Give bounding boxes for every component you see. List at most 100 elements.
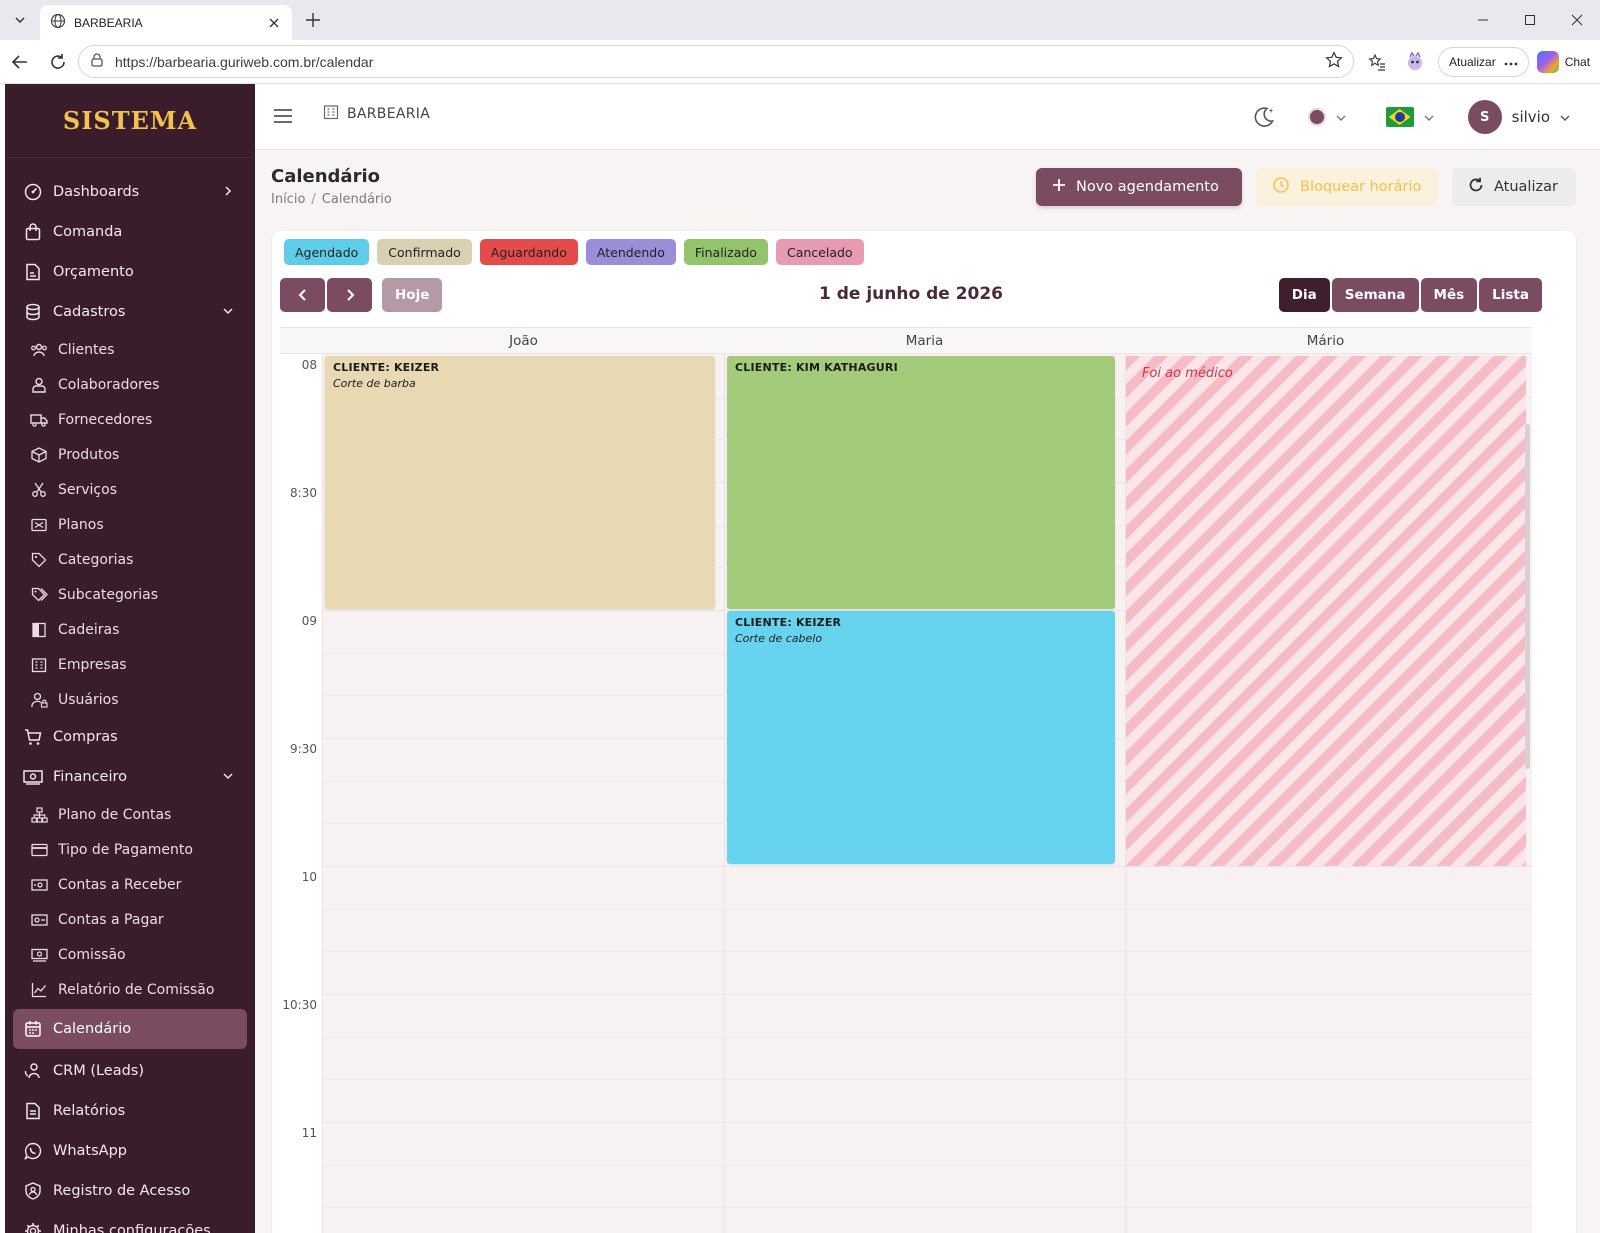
main-content: Calendário Início / Calendário Novo agen… [255, 151, 1600, 1233]
favorites-list-icon[interactable] [1362, 47, 1392, 77]
sidebar-item-contas-a-receber[interactable]: Contas a Receber [5, 867, 255, 902]
box-icon [30, 446, 48, 464]
maximize-icon[interactable] [1506, 0, 1553, 40]
sidebar-item-empresas[interactable]: Empresas [5, 647, 255, 682]
url-bar[interactable]: https://barbearia.guriweb.com.br/calenda… [78, 45, 1354, 78]
sidebar-item-calendario[interactable]: Calendário [13, 1009, 247, 1049]
url-text[interactable]: https://barbearia.guriweb.com.br/calenda… [115, 54, 1325, 70]
sidebar-item-categorias[interactable]: Categorias [5, 542, 255, 577]
theme-color-dropdown[interactable] [1307, 108, 1346, 127]
sidebar-item-tipo-de-pagamento[interactable]: Tipo de Pagamento [5, 832, 255, 867]
sidebar-item-planos[interactable]: Planos [5, 507, 255, 542]
tab-list-chevron-icon[interactable] [8, 8, 32, 32]
appointment-event[interactable]: CLIENTE: KEIZER Corte de cabelo [727, 611, 1115, 864]
sidebar-brand[interactable]: SISTEMA [5, 84, 255, 158]
view-day-button[interactable]: Dia [1278, 278, 1330, 312]
clock-block-icon [1272, 176, 1290, 198]
sidebar-item-relatorios[interactable]: Relatórios [5, 1091, 255, 1131]
sidebar-item-minhas-configuracoes[interactable]: Minhas configurações [5, 1211, 255, 1233]
blocked-reason: Foi ao médico [1142, 366, 1233, 381]
breadcrumb-home-link[interactable]: Início [271, 192, 305, 207]
language-dropdown[interactable] [1385, 107, 1434, 127]
next-day-button[interactable] [327, 278, 372, 312]
grid-scrollbar[interactable] [1525, 424, 1530, 769]
gear-icon [23, 1221, 43, 1233]
new-appointment-button[interactable]: Novo agendamento [1036, 168, 1242, 206]
time-label: 09 [301, 614, 317, 628]
appointment-event[interactable]: CLIENTE: KEIZER Corte de barba [325, 356, 715, 609]
sidebar-item-servicos[interactable]: Serviços [5, 472, 255, 507]
view-month-button[interactable]: Mês [1420, 278, 1478, 312]
minimize-icon[interactable] [1459, 0, 1506, 40]
block-time-button[interactable]: Bloquear horário [1256, 168, 1438, 206]
credit-card-icon [30, 841, 48, 859]
time-label: 10:30 [282, 998, 317, 1012]
sidebar-item-label: Colaboradores [58, 376, 160, 393]
hamburger-menu-icon[interactable] [271, 104, 295, 128]
sidebar-item-usuarios[interactable]: Usuários [5, 682, 255, 717]
sidebar-item-crm-leads[interactable]: CRM (Leads) [5, 1051, 255, 1091]
prev-day-button[interactable] [280, 278, 325, 312]
profile-mascot-icon[interactable] [1400, 47, 1430, 77]
dark-mode-moon-icon[interactable] [1250, 103, 1278, 131]
chevron-down-icon [221, 304, 235, 318]
block-time-label: Bloquear horário [1300, 179, 1422, 195]
sidebar-item-orcamento[interactable]: Orçamento [5, 252, 255, 292]
header-actions: S silvio [1250, 97, 1570, 137]
sidebar-item-financeiro[interactable]: Financeiro [5, 757, 255, 797]
whatsapp-icon [23, 1141, 43, 1161]
sidebar-item-label: Empresas [58, 656, 127, 673]
sidebar-item-cadastros[interactable]: Cadastros [5, 292, 255, 332]
appointment-event[interactable]: CLIENTE: KIM KATHAGURI [727, 356, 1115, 609]
sidebar-item-comanda[interactable]: Comanda [5, 212, 255, 252]
sidebar-item-label: Subcategorias [58, 586, 158, 603]
sidebar-item-cadeiras[interactable]: Cadeiras [5, 612, 255, 647]
sidebar-item-comissao[interactable]: Comissão [5, 937, 255, 972]
time-slots[interactable]: CLIENTE: KEIZER Corte de barba CLIENTE: … [323, 354, 1532, 1233]
site-info-icon[interactable] [89, 52, 105, 72]
tab-title: BARBEARIA [74, 15, 143, 30]
blocked-time-slot[interactable]: Foi ao médico [1126, 356, 1526, 866]
favorite-star-icon[interactable] [1325, 50, 1343, 73]
browser-tab[interactable]: BARBEARIA [40, 5, 292, 40]
globe-icon [50, 13, 66, 33]
sidebar-item-clientes[interactable]: Clientes [5, 332, 255, 367]
browser-update-button[interactable]: Atualizar [1438, 46, 1529, 77]
cart-icon [23, 727, 43, 747]
view-list-button[interactable]: Lista [1479, 278, 1542, 312]
copilot-chat-button[interactable]: Chat [1536, 50, 1590, 73]
money-bill-icon [23, 767, 43, 787]
company-selector[interactable]: BARBEARIA [323, 104, 430, 124]
theme-color-swatch [1307, 108, 1326, 126]
user-menu[interactable]: S silvio [1467, 100, 1570, 134]
sitemap-icon [30, 806, 48, 824]
tab-close-icon[interactable] [266, 15, 282, 31]
user-sync-icon [23, 1061, 43, 1081]
sidebar-item-registro-de-acesso[interactable]: Registro de Acesso [5, 1171, 255, 1211]
sidebar-item-colaboradores[interactable]: Colaboradores [5, 367, 255, 402]
back-arrow-icon[interactable] [8, 50, 32, 74]
reload-icon[interactable] [46, 50, 70, 74]
more-dots-icon[interactable] [1504, 55, 1518, 69]
sidebar-item-subcategorias[interactable]: Subcategorias [5, 577, 255, 612]
copilot-icon [1536, 50, 1559, 73]
sidebar-item-plano-de-contas[interactable]: Plano de Contas [5, 797, 255, 832]
new-tab-plus-icon[interactable] [302, 9, 324, 31]
sidebar-item-contas-a-pagar[interactable]: Contas a Pagar [5, 902, 255, 937]
close-window-icon[interactable] [1553, 0, 1600, 40]
dashboard-gauge-icon [23, 182, 43, 202]
view-week-button[interactable]: Semana [1331, 278, 1419, 312]
today-button[interactable]: Hoje [382, 278, 443, 312]
refresh-button[interactable]: Atualizar [1452, 168, 1576, 206]
sidebar-item-compras[interactable]: Compras [5, 717, 255, 757]
window-controls [1459, 0, 1600, 40]
sidebar-item-label: Compras [53, 729, 118, 745]
user-lock-icon [30, 691, 48, 709]
money-in-icon [30, 876, 48, 894]
sidebar-item-whatsapp[interactable]: WhatsApp [5, 1131, 255, 1171]
sidebar-item-relatorio-de-comissao[interactable]: Relatório de Comissão [5, 972, 255, 1007]
sidebar-item-dashboards[interactable]: Dashboards [5, 172, 255, 212]
day-grid: João Maria Mário 08 8:30 09 9:30 10 10:3… [280, 327, 1532, 1233]
sidebar-item-fornecedores[interactable]: Fornecedores [5, 402, 255, 437]
sidebar-item-produtos[interactable]: Produtos [5, 437, 255, 472]
